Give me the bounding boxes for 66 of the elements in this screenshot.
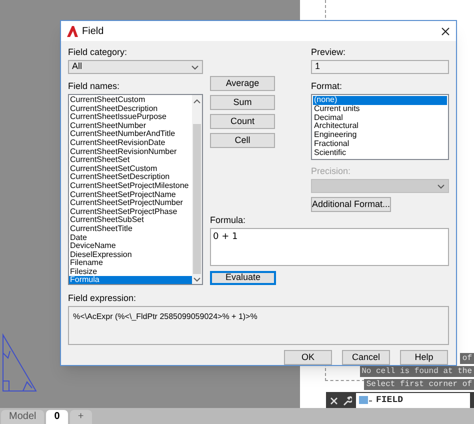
list-item[interactable]: CurrentSheetSetProjectName	[69, 190, 192, 200]
list-item[interactable]: Filesize	[69, 268, 192, 276]
list-item[interactable]: CurrentSheetDescription	[69, 104, 192, 114]
dialog-button[interactable]: OK	[284, 350, 332, 365]
list-item[interactable]: CurrentSheetNumber	[69, 122, 192, 130]
list-item[interactable]: Fractional	[313, 140, 447, 149]
field-names-list[interactable]	[68, 94, 203, 285]
app-logo-icon	[67, 26, 78, 36]
field-label: Field category:	[68, 47, 128, 58]
list-item[interactable]: CurrentSheetRevisionDate	[69, 138, 192, 148]
list-item[interactable]: (none)	[313, 96, 447, 105]
list-item[interactable]: CurrentSheetIssuePurpose	[69, 113, 192, 122]
scrollbar[interactable]	[192, 95, 202, 284]
list-item[interactable]: CurrentSheetSetDescription	[69, 173, 192, 182]
window-title: Field	[82, 24, 104, 38]
layout-tab[interactable]: Model	[1, 410, 44, 424]
triangle-drawing	[1, 333, 38, 393]
field-label: Format:	[311, 81, 344, 92]
command-prompt-icon	[359, 396, 373, 406]
field-label: Preview:	[311, 47, 347, 58]
list-item[interactable]: CurrentSheetNumberAndTitle	[69, 130, 192, 139]
dialog-button[interactable]: Average	[210, 76, 275, 91]
command-text: FIELD	[376, 394, 404, 407]
list-item[interactable]: Engineering	[313, 131, 447, 140]
list-item[interactable]: CurrentSheetRevisionNumber	[69, 148, 192, 156]
dialog-button[interactable]: Help	[400, 350, 448, 365]
list-item[interactable]: CurrentSheetTitle	[69, 224, 192, 234]
field-label: Precision:	[311, 166, 352, 177]
list-item[interactable]: CurrentSheetCustom	[69, 96, 192, 105]
list-item[interactable]: CurrentSheetSetProjectMilestone	[69, 182, 192, 191]
list-item[interactable]: Architectural	[313, 122, 447, 132]
category-dropdown[interactable]: All	[68, 60, 203, 74]
field-label: Field expression:	[68, 293, 138, 304]
format-list[interactable]: (none) Current units Decimal Architectural Engineering Fractional Scientific	[311, 94, 449, 160]
close-icon[interactable]	[441, 26, 450, 36]
dialog-button[interactable]: Count	[210, 114, 275, 129]
dialog-button[interactable]: Sum	[210, 95, 275, 110]
dropdown-value: All	[72, 60, 82, 74]
dialog-button[interactable]: Cell	[210, 133, 275, 148]
expression-field: %<\AcExpr (%<\_FldPtr 2585099059024>% + 1)>%	[68, 306, 449, 345]
list-item[interactable]: CurrentSheetSetCustom	[69, 164, 192, 174]
field-label: Field names:	[68, 81, 121, 92]
list-item[interactable]: CurrentSheetSetProjectNumber	[69, 199, 192, 208]
list-item[interactable]: CurrentSheetSubSet	[69, 216, 192, 225]
formula-field[interactable]: 0 + 1	[210, 228, 449, 266]
dialog-button[interactable]: Cancel	[342, 350, 390, 365]
list-item[interactable]: Decimal	[313, 114, 447, 122]
chevron-down-icon	[437, 184, 445, 188]
list-item[interactable]: Scientific	[313, 148, 447, 158]
list-item[interactable]: Filename	[69, 259, 192, 268]
wrench-icon[interactable]	[342, 396, 352, 406]
field-label: Formula:	[210, 215, 247, 226]
evaluate-button[interactable]: Evaluate	[210, 270, 276, 285]
list-item[interactable]: Date	[69, 234, 192, 242]
preview-field: 1	[311, 60, 449, 74]
dialog-button[interactable]: Additional Format...	[311, 197, 391, 212]
list-item[interactable]: DieselExpression	[69, 250, 192, 260]
list-item[interactable]: Current units	[313, 104, 447, 114]
list-item[interactable]: CurrentSheetSet	[69, 156, 192, 165]
layout-tab[interactable]: +	[70, 410, 92, 424]
list-item[interactable]: Formula	[69, 276, 192, 284]
list-item[interactable]: CurrentSheetSetProjectPhase	[69, 208, 192, 216]
layout-tab[interactable]: 0	[46, 410, 68, 424]
list-item[interactable]: DeviceName	[69, 242, 192, 251]
command-field[interactable]: FIELD	[356, 393, 470, 408]
chevron-down-icon	[191, 64, 199, 70]
